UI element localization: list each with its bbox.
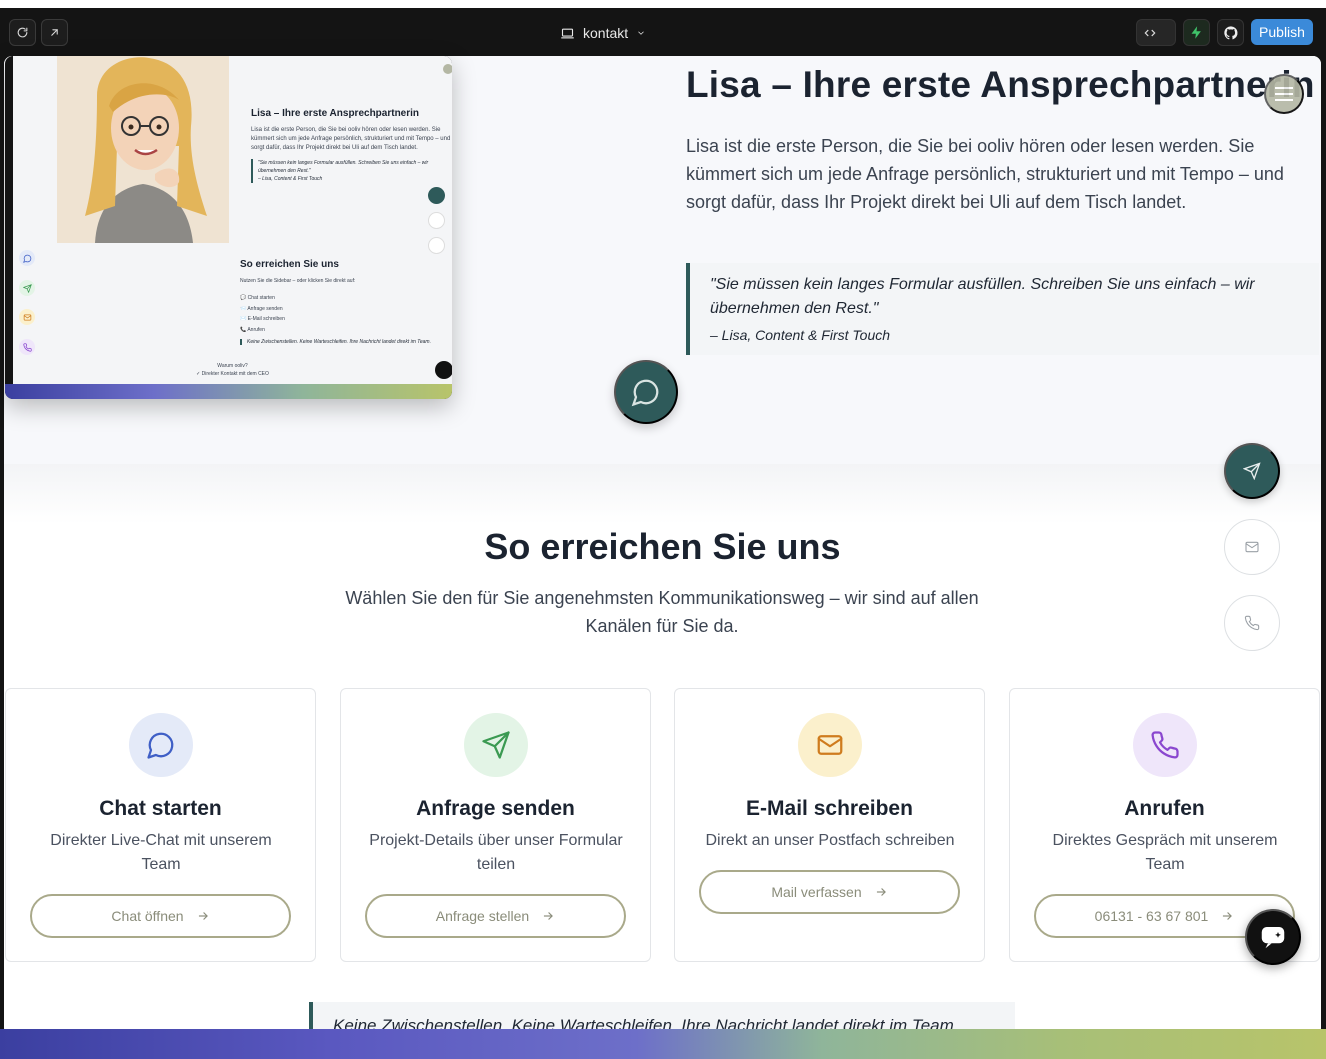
publish-button[interactable]: Publish: [1251, 19, 1313, 45]
hero-title: Lisa – Ihre erste Ansprechpartnerin: [686, 64, 1315, 105]
card-description: Direkter Live-Chat mit unserem Team: [50, 832, 272, 873]
chat-float-button[interactable]: [614, 360, 678, 424]
chat-bubble-icon: [631, 379, 659, 407]
preview-gradient: [5, 384, 452, 399]
arrow-right-icon: [544, 912, 554, 920]
section-subtitle: Wählen Sie den für Sie angenehmsten Komm…: [345, 588, 979, 636]
portrait-illustration: [57, 56, 229, 243]
preview-menu-dot: [443, 64, 452, 74]
page-selector-label: kontakt: [583, 25, 629, 41]
card-title: Anrufen: [1124, 797, 1205, 820]
chevron-down-icon: [638, 31, 644, 35]
background-gradient: [0, 1029, 1326, 1059]
card-icon-circle: [1133, 713, 1197, 777]
card-icon-circle: [798, 713, 862, 777]
preview-send-dot: [428, 187, 445, 204]
refresh-icon: [17, 27, 28, 38]
preview-send-icon: [19, 280, 35, 296]
sidebar-send-button[interactable]: [1224, 443, 1280, 499]
top-edge: [0, 0, 1326, 8]
card-icon-circle: [129, 713, 193, 777]
external-link-icon: [51, 29, 58, 36]
phone-icon: [1151, 731, 1179, 759]
top-toolbar: [0, 8, 1326, 56]
mail-icon: [817, 735, 843, 755]
preview-footer: Warum ooliv? ✓ Direkter Kontakt mit dem …: [13, 362, 452, 378]
send-icon: [1243, 462, 1261, 480]
preview-mail-dot: [428, 212, 445, 229]
preview-chat-icon: [19, 250, 35, 266]
open-chat-button[interactable]: Chat öffnen: [30, 894, 291, 938]
preview-thumbnail[interactable]: Lisa – Ihre erste Ansprechpartnerin Lisa…: [5, 56, 452, 399]
compose-mail-button[interactable]: Mail verfassen: [699, 870, 960, 914]
card-icon-circle: [464, 713, 528, 777]
lisa-portrait: [57, 56, 229, 243]
bolt-icon: [1191, 26, 1201, 39]
hero-quote: "Sie müssen kein langes Formular ausfüll…: [686, 263, 1319, 355]
preview-list-item: 💬 Chat starten: [240, 295, 275, 301]
preview-phone-dot: [428, 237, 445, 254]
card-description: Direkt an unser Postfach schreiben: [705, 832, 955, 849]
preview-footer-answer: ✓ Direkter Kontakt mit dem CEO: [196, 371, 269, 377]
preview-quote: "Sie müssen kein langes Formular ausfüll…: [251, 159, 451, 183]
preview-list-item: 📨 Anfrage senden: [240, 305, 283, 312]
chat-widget-button[interactable]: [1245, 909, 1301, 965]
preview-quote-text: "Sie müssen kein langes Formular ausfüll…: [258, 160, 429, 174]
github-icon: [1223, 25, 1238, 39]
button-label: Chat öffnen: [111, 908, 184, 924]
hamburger-icon: [1275, 85, 1293, 103]
preview-section-sub: Nutzen Sie die Sidebar – oder klicken Si…: [240, 278, 356, 284]
preview-footer-question: Warum ooliv?: [217, 363, 248, 369]
bolt-button[interactable]: [1183, 19, 1210, 46]
preview-list-item: ✉️ E-Mail schreiben: [240, 316, 285, 322]
code-icon: [1144, 29, 1156, 36]
contact-card-email: E-Mail schreiben Direkt an unser Postfac…: [674, 688, 985, 962]
contact-card-request: Anfrage senden Projekt-Details über unse…: [340, 688, 651, 962]
menu-button[interactable]: [1264, 74, 1304, 114]
sidebar-phone-button[interactable]: [1224, 595, 1280, 651]
button-label: Mail verfassen: [771, 884, 862, 900]
card-description: Projekt-Details über unser Formular teil…: [369, 832, 623, 873]
preview-list: 💬 Chat starten 📨 Anfrage senden ✉️ E-Mai…: [240, 293, 285, 335]
button-label: 06131 - 63 67 801: [1094, 908, 1209, 924]
arrow-right-icon: [198, 912, 208, 920]
card-description: Direktes Gespräch mit unserem Team: [1052, 832, 1278, 873]
section-divider: [4, 464, 1321, 524]
card-title: Chat starten: [99, 797, 222, 820]
open-external-button[interactable]: [41, 19, 68, 46]
preview-title: Lisa – Ihre erste Ansprechpartnerin: [251, 108, 420, 119]
send-icon: [482, 731, 510, 759]
arrow-right-icon: [1223, 912, 1233, 920]
arrow-right-icon: [876, 888, 886, 896]
preview-text: Lisa ist die erste Person, die Sie bei o…: [251, 127, 451, 151]
preview-quote-author: – Lisa, Content & First Touch: [258, 176, 323, 182]
chat-widget-icon: [1261, 927, 1285, 949]
button-label: Anfrage stellen: [435, 908, 530, 924]
section-title: So erreichen Sie uns: [484, 526, 841, 567]
page-selector[interactable]: kontakt: [560, 23, 646, 43]
preview-list-item: 📞 Anrufen: [240, 326, 265, 333]
preview-mail-icon: [19, 309, 35, 325]
preview-page: Lisa – Ihre erste Ansprechpartnerin Lisa…: [13, 56, 452, 384]
card-title: E-Mail schreiben: [746, 797, 913, 820]
preview-section-title: So erreichen Sie uns: [240, 259, 339, 270]
laptop-icon: [561, 28, 574, 38]
github-button[interactable]: [1217, 19, 1244, 46]
quote-author: – Lisa, Content & First Touch: [710, 327, 891, 343]
phone-icon: [1244, 615, 1260, 631]
chat-icon: [147, 732, 174, 759]
request-button[interactable]: Anfrage stellen: [365, 894, 626, 938]
preview-note: Keine Zwischenstellen. Keine Warteschlei…: [240, 339, 452, 345]
preview-chat-widget: [435, 361, 452, 379]
hero-text: Lisa ist die erste Person, die Sie bei o…: [686, 136, 1284, 212]
preview-phone-icon: [19, 339, 35, 355]
code-view-button[interactable]: [1136, 19, 1176, 46]
contact-card-chat: Chat starten Direkter Live-Chat mit unse…: [5, 688, 316, 962]
quote-text: "Sie müssen kein langes Formular ausfüll…: [710, 276, 1255, 317]
refresh-button[interactable]: [9, 19, 36, 46]
card-title: Anfrage senden: [416, 797, 575, 820]
